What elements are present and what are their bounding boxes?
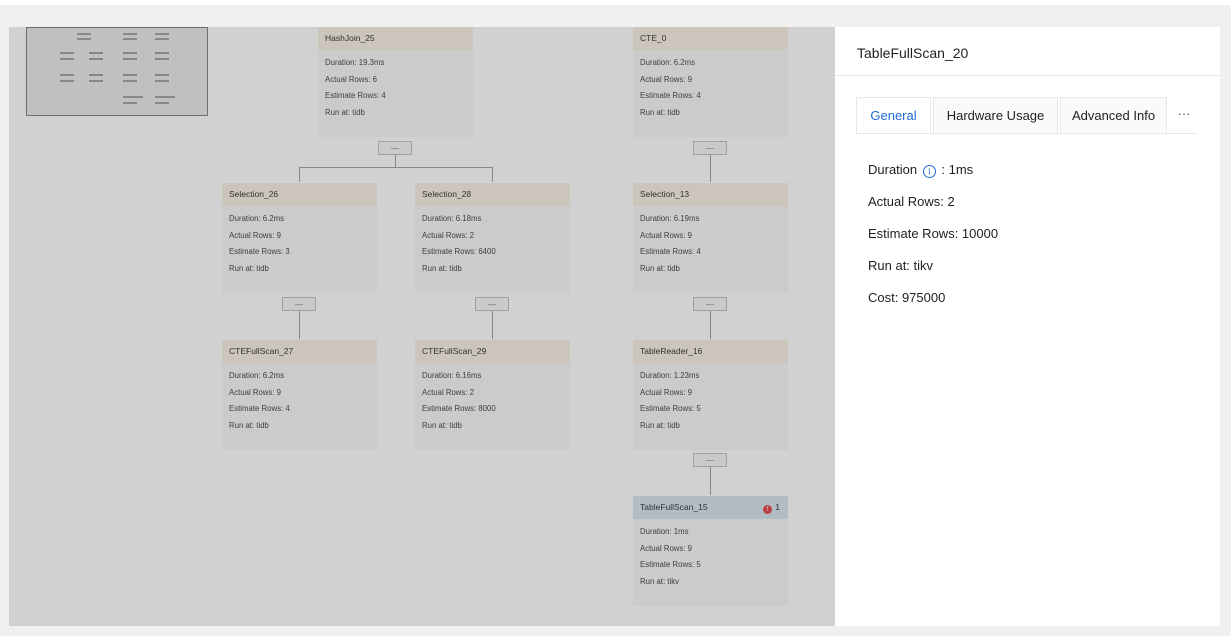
- prop-duration: Duration i : 1ms: [868, 160, 998, 192]
- tab-advanced-info[interactable]: Advanced Info: [1060, 97, 1167, 133]
- prop-estimate-rows: Estimate Rows: 10000: [868, 226, 999, 241]
- modal-overlay[interactable]: [9, 27, 835, 626]
- prop-actual-rows: Actual Rows: 2: [868, 194, 955, 209]
- prop-cost: Cost: 975000: [868, 290, 946, 305]
- info-icon[interactable]: i: [922, 165, 936, 178]
- top-bar: [0, 0, 1231, 5]
- prop-run-at: Run at: tikv: [868, 258, 934, 273]
- detail-drawer: TableFullScan_20 General Hardware Usage …: [835, 27, 1220, 626]
- drawer-divider: [835, 75, 1220, 76]
- general-properties: Duration i : 1ms Actual Rows: 2 Estimate…: [868, 160, 998, 320]
- more-tabs-button[interactable]: ···: [1169, 97, 1199, 133]
- duration-label: Duration: [868, 162, 918, 177]
- drawer-title: TableFullScan_20: [857, 45, 969, 61]
- tab-general[interactable]: General: [856, 97, 931, 133]
- tab-bar: General Hardware Usage Advanced Info ···: [856, 97, 1198, 134]
- tab-hardware-usage[interactable]: Hardware Usage: [933, 97, 1058, 133]
- duration-value: : 1ms: [941, 162, 974, 177]
